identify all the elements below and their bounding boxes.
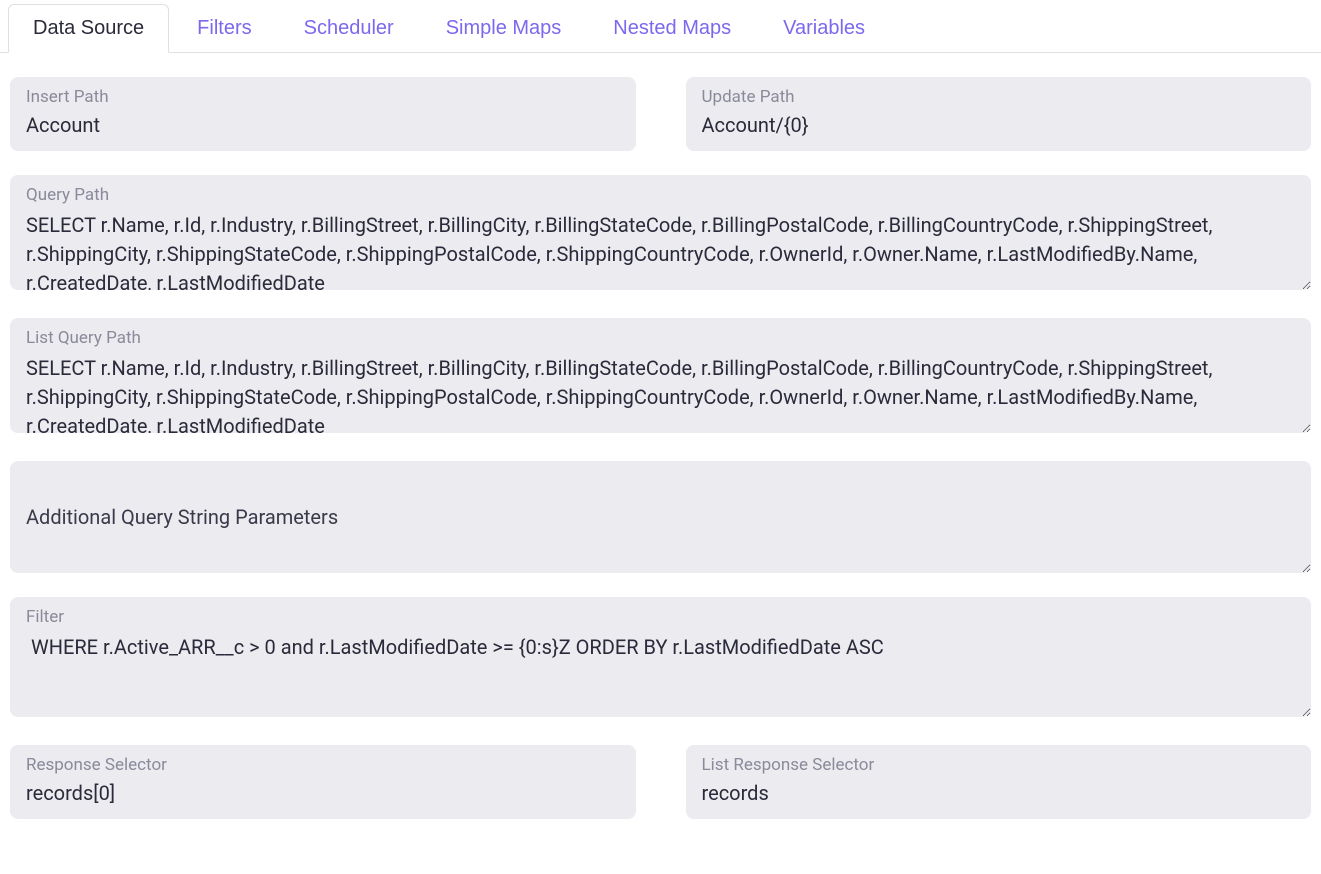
update-path-group: Update Path bbox=[686, 77, 1312, 151]
insert-path-group: Insert Path bbox=[10, 77, 636, 151]
additional-params-wrapper[interactable]: Additional Query String Parameters bbox=[10, 461, 1311, 573]
tab-simple-maps[interactable]: Simple Maps bbox=[422, 4, 586, 52]
tabs-container: Data Source Filters Scheduler Simple Map… bbox=[0, 0, 1321, 53]
list-response-selector-group: List Response Selector bbox=[686, 745, 1312, 819]
tab-nested-maps[interactable]: Nested Maps bbox=[589, 4, 755, 52]
list-query-path-textarea[interactable] bbox=[10, 318, 1311, 433]
filter-textarea[interactable] bbox=[10, 597, 1311, 717]
tab-content: Insert Path Update Path Query Path List … bbox=[0, 53, 1321, 829]
tab-scheduler[interactable]: Scheduler bbox=[280, 4, 418, 52]
tab-filters[interactable]: Filters bbox=[173, 4, 275, 52]
response-selector-input[interactable] bbox=[10, 745, 636, 819]
additional-params-label: Additional Query String Parameters bbox=[26, 505, 1295, 529]
insert-path-input[interactable] bbox=[10, 77, 636, 151]
filter-group: Filter bbox=[10, 597, 1311, 721]
list-query-path-group: List Query Path bbox=[10, 318, 1311, 437]
list-response-selector-input[interactable] bbox=[686, 745, 1312, 819]
tab-data-source[interactable]: Data Source bbox=[8, 4, 169, 53]
query-path-group: Query Path bbox=[10, 175, 1311, 294]
update-path-input[interactable] bbox=[686, 77, 1312, 151]
query-path-textarea[interactable] bbox=[10, 175, 1311, 290]
additional-params-group: Additional Query String Parameters bbox=[10, 461, 1311, 573]
tab-variables[interactable]: Variables bbox=[759, 4, 889, 52]
response-selector-group: Response Selector bbox=[10, 745, 636, 819]
